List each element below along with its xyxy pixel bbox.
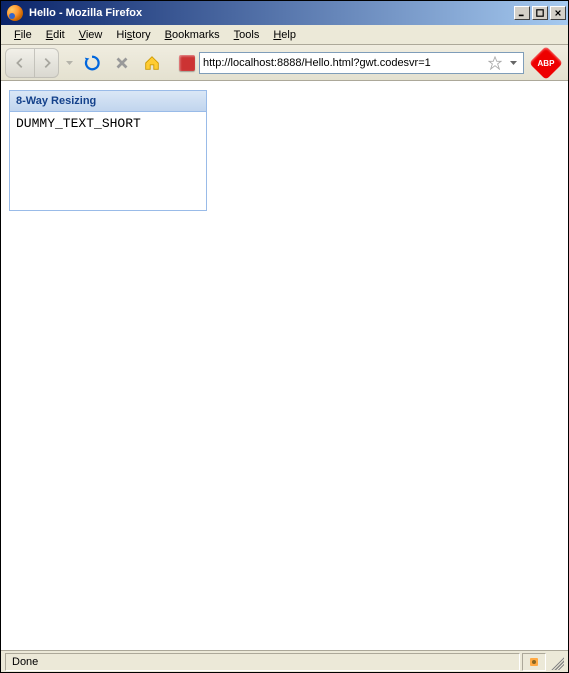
window-controls xyxy=(514,6,566,20)
menu-view[interactable]: View xyxy=(72,27,110,43)
back-button[interactable] xyxy=(5,48,35,78)
status-bar: Done xyxy=(1,650,568,672)
minimize-button[interactable] xyxy=(514,6,530,20)
menu-bar: File Edit View History Bookmarks Tools H… xyxy=(1,25,568,45)
reload-button[interactable] xyxy=(79,50,105,76)
nav-buttons xyxy=(5,48,59,78)
menu-tools[interactable]: Tools xyxy=(227,27,267,43)
home-button[interactable] xyxy=(139,50,165,76)
abp-label: ABP xyxy=(538,58,555,67)
bookmark-star-icon[interactable] xyxy=(488,56,502,70)
maximize-button[interactable] xyxy=(532,6,548,20)
menu-history[interactable]: History xyxy=(109,27,157,43)
menu-edit[interactable]: Edit xyxy=(39,27,72,43)
status-plugin-icon[interactable] xyxy=(522,653,546,671)
site-identity-icon[interactable] xyxy=(179,55,195,71)
menu-bookmarks[interactable]: Bookmarks xyxy=(158,27,227,43)
status-text: Done xyxy=(5,653,520,671)
panel-body: DUMMY_TEXT_SHORT xyxy=(10,112,206,210)
stop-button[interactable] xyxy=(109,50,135,76)
url-text[interactable]: http://localhost:8888/Hello.html?gwt.cod… xyxy=(203,57,484,69)
resizable-panel[interactable]: 8-Way Resizing DUMMY_TEXT_SHORT xyxy=(9,90,207,211)
window-titlebar: Hello - Mozilla Firefox xyxy=(1,1,568,25)
page-content: 8-Way Resizing DUMMY_TEXT_SHORT xyxy=(1,81,568,650)
navigation-toolbar: http://localhost:8888/Hello.html?gwt.cod… xyxy=(1,45,568,81)
panel-header[interactable]: 8-Way Resizing xyxy=(10,91,206,112)
window-title: Hello - Mozilla Firefox xyxy=(29,7,514,19)
url-dropdown-icon[interactable] xyxy=(506,61,520,65)
close-button[interactable] xyxy=(550,6,566,20)
firefox-icon xyxy=(7,5,23,21)
menu-file[interactable]: File xyxy=(7,27,39,43)
forward-button[interactable] xyxy=(35,48,59,78)
menu-help[interactable]: Help xyxy=(266,27,303,43)
nav-history-dropdown[interactable] xyxy=(63,48,75,78)
adblock-plus-icon[interactable]: ABP xyxy=(529,46,563,80)
resize-grip[interactable] xyxy=(548,654,564,670)
address-bar[interactable]: http://localhost:8888/Hello.html?gwt.cod… xyxy=(199,52,524,74)
